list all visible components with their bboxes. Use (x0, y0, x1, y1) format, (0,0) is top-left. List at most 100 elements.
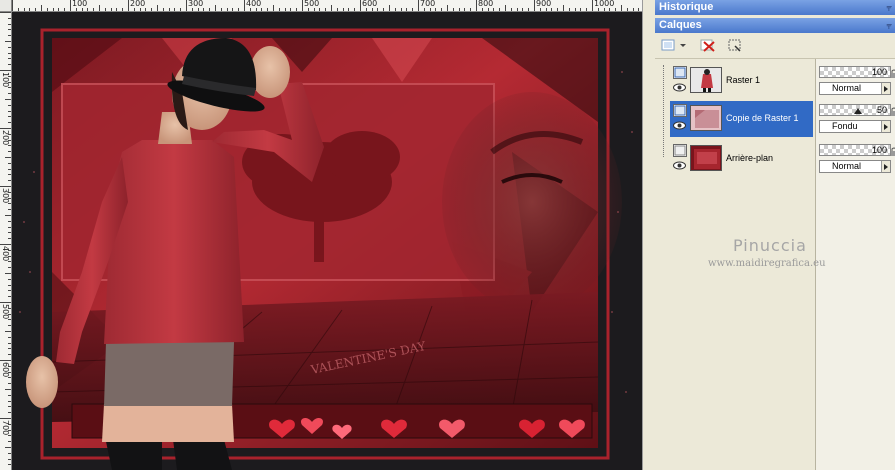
chevron-right-icon[interactable] (881, 83, 890, 94)
opacity-slider[interactable]: 50 (819, 104, 891, 116)
ruler-tick (8, 452, 11, 454)
ruler-tick (238, 8, 240, 11)
ruler-tick (539, 8, 541, 11)
chevron-down-icon[interactable] (679, 37, 687, 53)
layer-row-arriere-plan[interactable]: Arrière-plan (670, 141, 813, 177)
ruler-tick (615, 8, 617, 11)
new-layer-icon[interactable] (661, 37, 679, 53)
link-icon[interactable] (891, 107, 895, 116)
ruler-label: 300 (1, 188, 10, 204)
opacity-slider[interactable]: 100 (819, 66, 891, 78)
mask-icon[interactable] (727, 37, 745, 53)
ruler-tick (557, 8, 559, 11)
opacity-slider[interactable]: 100 (819, 144, 891, 156)
ruler-tick (8, 284, 11, 286)
tree-connector (663, 65, 664, 157)
ruler-label: 500 (304, 0, 320, 8)
slider-handle[interactable] (854, 108, 862, 114)
layer-thumbnail (690, 67, 722, 93)
ruler-tick (81, 8, 83, 11)
ruler-tick (8, 400, 11, 402)
ruler-tick (191, 8, 193, 11)
ruler-tick (104, 8, 106, 11)
opacity-value: 50 (876, 105, 887, 115)
ruler-label: 900 (536, 0, 552, 8)
ruler-label: 1000 (594, 0, 615, 8)
pin-icon[interactable]: ⫧ (886, 19, 892, 34)
ruler-tick (8, 64, 11, 66)
layer-row-copie-de-raster-1[interactable]: Copie de Raster 1 (670, 101, 813, 137)
blend-mode-select[interactable]: Normal (819, 160, 891, 173)
ruler-tick (5, 41, 11, 42)
ruler-tick (8, 354, 11, 356)
ruler-tick (586, 8, 588, 11)
layers-palette-title[interactable]: Calques ⫧ (655, 18, 895, 33)
ruler-tick (232, 8, 234, 11)
ruler-tick (5, 215, 11, 216)
ruler-tick (8, 145, 11, 147)
ruler-tick (383, 8, 385, 11)
ruler-tick (360, 0, 361, 11)
ruler-tick (8, 296, 11, 298)
ruler-tick (8, 406, 11, 408)
ruler-tick (522, 8, 524, 11)
ruler-tick (180, 8, 182, 11)
link-icon[interactable] (891, 69, 895, 78)
opacity-value: 100 (871, 67, 887, 77)
ruler-tick (423, 8, 425, 11)
ruler-tick (93, 8, 95, 11)
chevron-right-icon[interactable] (881, 121, 890, 132)
ruler-tick (348, 8, 350, 11)
ruler-tick (0, 12, 11, 13)
palettes-area: Historique ⫧ Calques ⫧ Raster 1 Copie de… (642, 0, 895, 470)
history-palette-title[interactable]: Historique ⫧ (655, 0, 895, 15)
eye-icon[interactable] (673, 121, 686, 130)
ruler-tick (12, 0, 13, 11)
psp-workspace: { "rulers": { "top_labels": ["100", "200… (0, 0, 895, 470)
ruler-tick (499, 8, 501, 11)
layer-thumbnail (690, 105, 722, 131)
raster-layer-icon (673, 144, 687, 157)
ruler-tick (400, 8, 402, 11)
ruler-tick (0, 302, 11, 303)
chevron-right-icon[interactable] (881, 161, 890, 172)
ruler-tick (638, 8, 640, 11)
ruler-tick (197, 8, 199, 11)
eye-icon[interactable] (673, 83, 686, 92)
ruler-tick (8, 110, 11, 112)
layer-row-raster-1[interactable]: Raster 1 (670, 63, 813, 99)
ruler-tick (52, 8, 54, 11)
link-icon[interactable] (891, 147, 895, 156)
ruler-tick (626, 8, 628, 11)
layers-title-label: Calques (659, 19, 702, 31)
ruler-tick (261, 8, 263, 11)
ruler-tick (435, 8, 437, 11)
ruler-tick (168, 8, 170, 11)
ruler-tick (8, 29, 11, 31)
ruler-tick (0, 70, 11, 71)
history-title-label: Historique (659, 1, 714, 13)
ruler-tick (8, 162, 11, 164)
ruler-tick (5, 157, 11, 158)
blend-mode-select[interactable]: Normal (819, 82, 891, 95)
ruler-tick (0, 418, 11, 419)
ruler-tick (447, 5, 448, 11)
ruler-tick (8, 168, 11, 170)
artwork: VALENTINE'S DAY (12, 12, 642, 470)
ruler-tick (8, 180, 11, 182)
ruler-tick (592, 0, 593, 11)
ruler-tick (568, 8, 570, 11)
ruler-tick (632, 8, 634, 11)
ruler-tick (249, 8, 251, 11)
pin-icon[interactable]: ⫧ (886, 1, 892, 16)
blend-mode-select[interactable]: Fondu (819, 120, 891, 133)
image-canvas[interactable]: VALENTINE'S DAY (12, 12, 642, 470)
ruler-tick (336, 8, 338, 11)
ruler-tick (209, 8, 211, 11)
ruler-tick (5, 447, 11, 448)
ruler-label: 600 (1, 362, 10, 378)
ruler-tick (365, 8, 367, 11)
eye-icon[interactable] (673, 161, 686, 170)
ruler-tick (551, 8, 553, 11)
delete-layer-icon[interactable] (699, 37, 717, 53)
